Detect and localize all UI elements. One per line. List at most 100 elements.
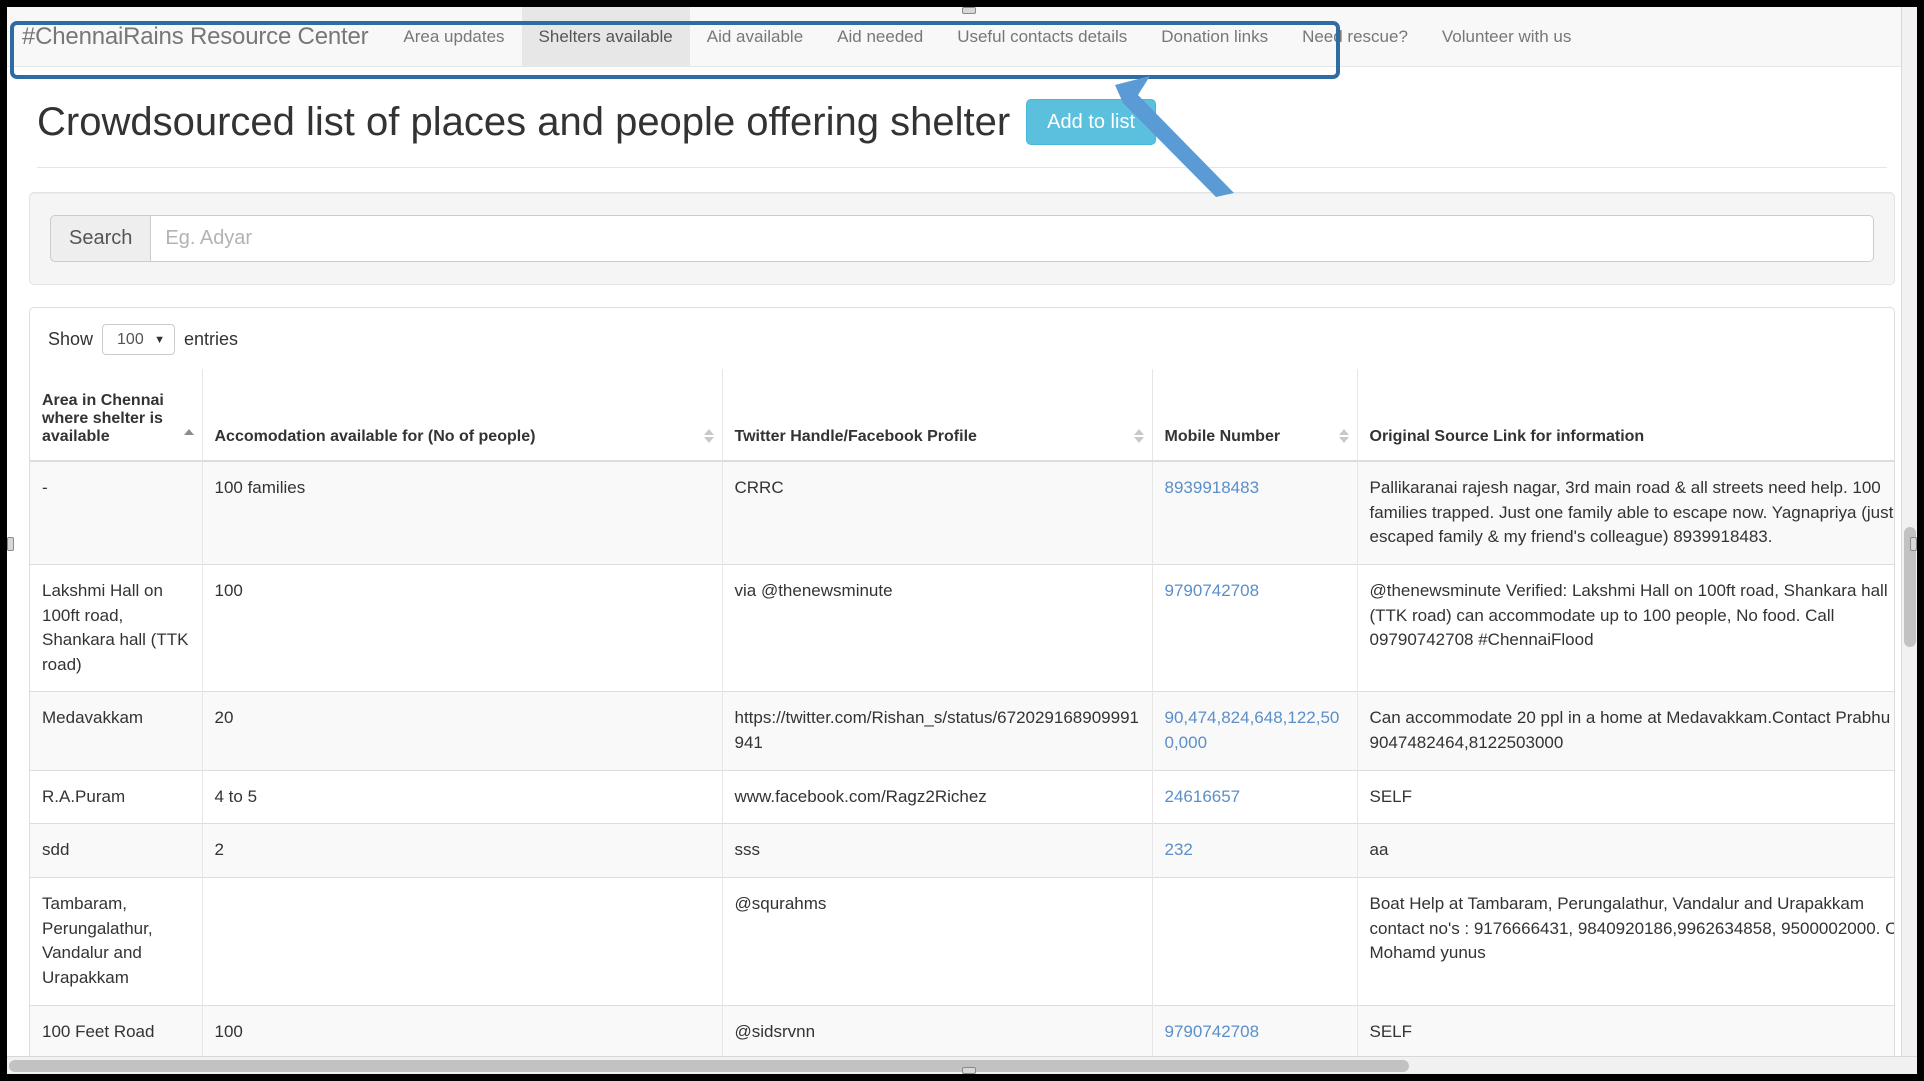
cell-source: Can accommodate 20 ppl in a home at Meda… [1357,691,1894,771]
cell-source: aa [1357,823,1894,878]
column-header-2[interactable]: Twitter Handle/Facebook Profile [722,369,1153,462]
cell-area: Tambaram, Perungalathur, Vandalur and Ur… [30,877,203,1006]
nav-item-shelters-available[interactable]: Shelters available [521,7,690,66]
page-viewport: #ChennaiRains Resource Center Area updat… [7,7,1917,1074]
cell-handle: CRRC [722,460,1153,565]
column-header-label: Area in Chennai where shelter is availab… [42,392,164,445]
navbar-links: Area updates Shelters available Aid availa… [386,7,1588,66]
cell-mobile: 8939918483 [1152,460,1358,565]
cell-handle: sss [722,823,1153,878]
shelters-table-panel: Show 102550100 ▼ entries Area in Chennai… [29,307,1895,1074]
nav-item-area-updates[interactable]: Area updates [386,7,521,66]
cell-area: - [30,460,203,565]
table-row: 100 Feet Road 100 @sidsrvnn 9790742708 SELF [30,1004,1894,1059]
table-row: R.A.Puram 4 to 5 www.facebook.com/Ragz2Ric… [30,769,1894,824]
cell-area: Lakshmi Hall on 100ft road, Shankara hal… [30,563,203,692]
column-header-4[interactable]: Original Source Link for information [1357,369,1894,462]
search-label: Search [50,215,151,262]
column-header-label: Mobile Number [1164,428,1281,445]
column-header-label: Twitter Handle/Facebook Profile [734,428,977,445]
cell-area: sdd [30,823,203,878]
nav-item-aid-available[interactable]: Aid available [690,7,820,66]
cell-mobile [1152,877,1358,1006]
cell-accommodation: 100 [202,563,723,692]
cell-handle: https://twitter.com/Rishan_s/status/6720… [722,691,1153,771]
nav-item-need-rescue[interactable]: Need rescue? [1285,7,1425,66]
table-row: Tambaram, Perungalathur, Vandalur and Ur… [30,877,1894,1006]
cell-source: SELF [1357,769,1894,824]
column-header-label: Original Source Link for information [1369,428,1645,445]
mobile-number-link[interactable]: 9790742708 [1165,1022,1260,1041]
cell-mobile: 24616657 [1152,769,1358,824]
mobile-number-link[interactable]: 9790742708 [1165,581,1260,600]
table-header-row: Area in Chennai where shelter is availab… [30,369,1894,462]
nav-item-donation-links[interactable]: Donation links [1144,7,1285,66]
search-input-group: Search [50,215,1874,262]
cell-accommodation: 100 families [202,460,723,565]
sort-toggle-icon[interactable] [1133,429,1144,443]
mobile-number-link[interactable]: 24616657 [1165,787,1241,806]
entries-per-page-select[interactable]: 102550100 [102,324,176,355]
cell-source: Boat Help at Tambaram, Perungalathur, Va… [1357,877,1894,1006]
table-row: -100 families CRRC 8939918483 Pallikaranai … [30,460,1894,565]
cell-handle: via @thenewsminute [722,563,1153,692]
column-header-0[interactable]: Area in Chennai where shelter is availab… [30,369,203,462]
mobile-number-link[interactable]: 8939918483 [1165,478,1260,497]
page-header: Crowdsourced list of places and people o… [7,67,1917,145]
table-head: Area in Chennai where shelter is availab… [30,369,1894,462]
table-row: sdd 2 sss 232 aa [30,823,1894,878]
mobile-number-link[interactable]: 232 [1165,840,1193,859]
cell-area: Medavakkam [30,691,203,771]
nav-item-aid-needed[interactable]: Aid needed [820,7,940,66]
cell-handle: @sidsrvnn [722,1004,1153,1059]
browser-window: #ChennaiRains Resource Center Area updat… [0,0,1924,1081]
column-header-1[interactable]: Accomodation available for (No of people… [202,369,723,462]
nav-item-useful-contacts-details[interactable]: Useful contacts details [940,7,1144,66]
header-divider [37,167,1887,168]
add-to-list-button[interactable]: Add to list [1026,99,1156,145]
cell-area: 100 Feet Road [30,1004,203,1059]
table-body: -100 families CRRC 8939918483 Pallikaranai … [30,460,1894,1074]
length-suffix-label: entries [184,329,239,349]
cell-source: Pallikaranai rajesh nagar, 3rd main road… [1357,460,1894,565]
horizontal-scroll-thumb[interactable] [9,1060,1409,1072]
cell-source: @thenewsminute Verified: Lakshmi Hall on… [1357,563,1894,692]
navbar: #ChennaiRains Resource Center Area updat… [7,7,1917,67]
cell-mobile: 90,474,824,648,122,500,000 [1152,691,1358,771]
search-panel: Search [29,192,1895,285]
cell-mobile: 232 [1152,823,1358,878]
cell-accommodation: 4 to 5 [202,769,723,824]
resize-handle-right[interactable] [1910,537,1917,551]
page-vertical-scrollbar[interactable] [1901,7,1917,1056]
length-prefix-label: Show [48,329,94,349]
cell-area: R.A.Puram [30,769,203,824]
sort-toggle-icon[interactable] [703,429,714,443]
cell-mobile: 9790742708 [1152,1004,1358,1059]
cell-source: SELF [1357,1004,1894,1059]
resize-handle-left[interactable] [7,537,14,551]
table-row: Medavakkam 20 https://twitter.com/Rishan_s… [30,691,1894,771]
sort-ascending-icon[interactable] [183,429,194,443]
shelters-table: Area in Chennai where shelter is availab… [30,369,1894,1074]
resize-handle-bottom[interactable] [962,1067,976,1074]
nav-item-volunteer-with-us[interactable]: Volunteer with us [1425,7,1588,66]
resize-handle-top[interactable] [962,7,976,14]
cell-accommodation [202,877,723,1006]
entries-select-wrapper: 102550100 ▼ [102,324,176,355]
navbar-brand[interactable]: #ChennaiRains Resource Center [7,7,386,66]
column-header-3[interactable]: Mobile Number [1152,369,1358,462]
table-length-control: Show 102550100 ▼ entries [30,308,1894,369]
table-row: Lakshmi Hall on 100ft road, Shankara hal… [30,563,1894,692]
mobile-number-link[interactable]: 90,474,824,648,122,500,000 [1165,708,1340,752]
column-header-label: Accomodation available for (No of people… [214,428,536,445]
search-input[interactable] [150,215,1874,262]
cell-handle: @squrahms [722,877,1153,1006]
cell-accommodation: 20 [202,691,723,771]
sort-toggle-icon[interactable] [1338,429,1349,443]
table-scroll-region[interactable]: Area in Chennai where shelter is availab… [30,369,1894,1074]
cell-accommodation: 2 [202,823,723,878]
page-title: Crowdsourced list of places and people o… [37,99,1011,144]
cell-accommodation: 100 [202,1004,723,1059]
cell-handle: www.facebook.com/Ragz2Richez [722,769,1153,824]
cell-mobile: 9790742708 [1152,563,1358,692]
